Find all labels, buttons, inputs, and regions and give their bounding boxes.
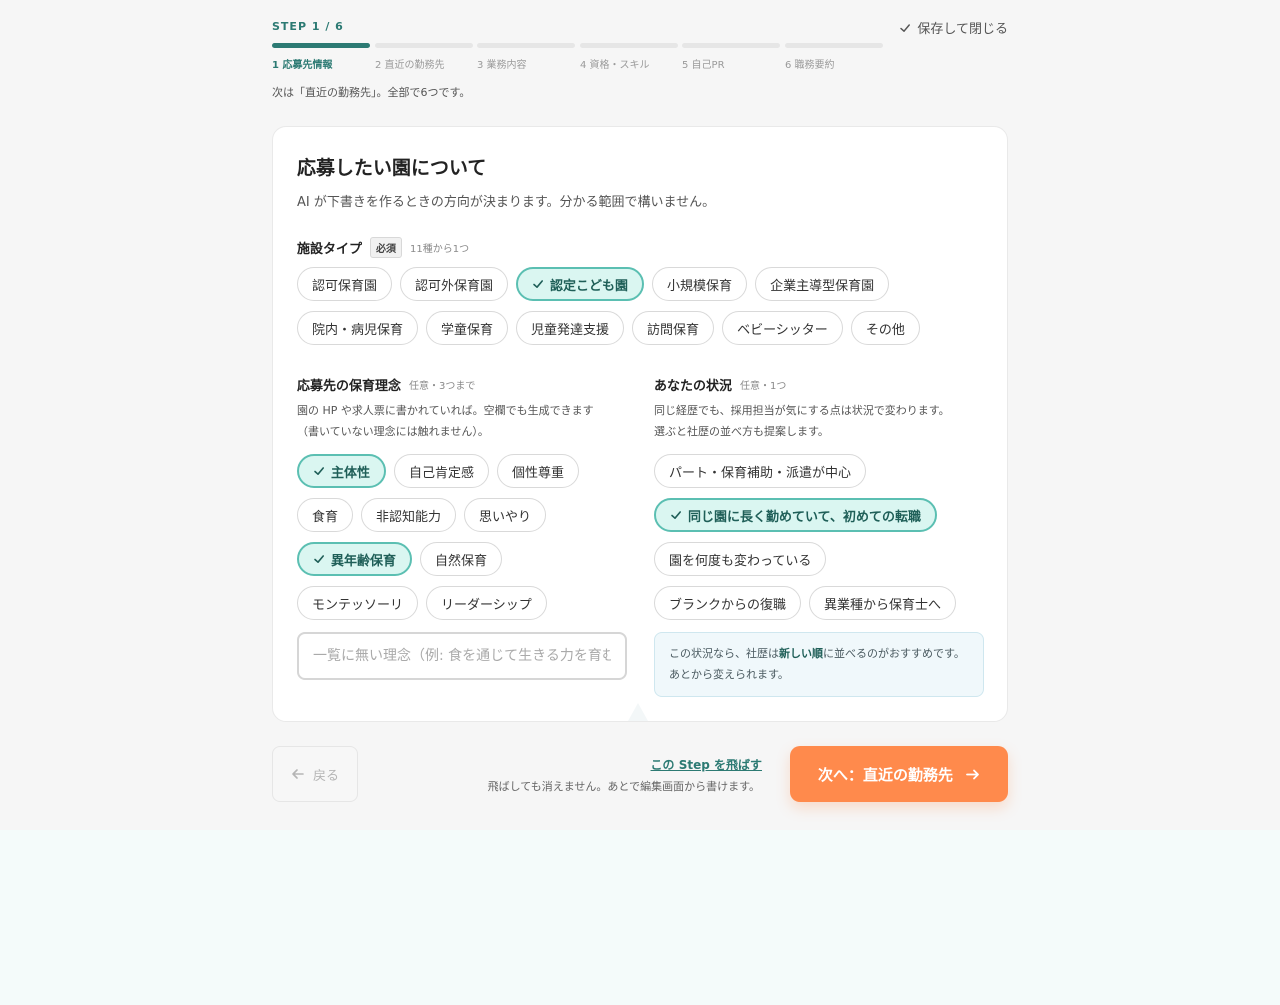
facility-options-row-2: 院内・病児保育 学童保育 児童発達支援 訪問保育 ベビーシッター その他: [297, 311, 920, 345]
card-title: 応募したい園について: [297, 157, 487, 179]
philosophy-option-selected[interactable]: 異年齢保育: [297, 542, 413, 576]
skip-step-link[interactable]: この Step を飛ばす: [651, 756, 762, 773]
next-button[interactable]: 次へ：直近の勤務先: [790, 746, 1008, 802]
philosophy-options-row-2: 食育 非認知能力 思いやり: [297, 498, 547, 532]
facility-option[interactable]: 小規模保育: [652, 267, 748, 301]
next-step-hint: 次は「直近の勤務先」。全部で6つです。: [272, 86, 471, 99]
facility-option[interactable]: 認可外保育園: [400, 267, 509, 301]
facility-section-header: 施設タイプ 必須 11種から1つ: [297, 237, 469, 258]
situation-option[interactable]: 異業種から保育士へ: [809, 586, 957, 620]
skip-note: 飛ばしても消えません。あとで編集画面から書けます。: [487, 780, 760, 793]
step-counter: STEP 1 / 6: [272, 20, 344, 33]
facility-note: 11種から1つ: [410, 244, 470, 255]
philosophy-options-row-1: 主体性 自己肯定感 個性尊重: [297, 454, 580, 488]
custom-philosophy-input[interactable]: [297, 632, 627, 680]
facility-option[interactable]: 訪問保育: [632, 311, 715, 345]
philosophy-option[interactable]: 自己肯定感: [394, 454, 490, 488]
situation-options-row-4: ブランクからの復職 異業種から保育士へ: [654, 586, 957, 620]
situation-note: 任意・1つ: [740, 381, 787, 392]
progress-segment-4: [580, 43, 678, 48]
check-icon: [900, 23, 911, 32]
progress-segment-3: [477, 43, 575, 48]
progress-segment-2: [375, 43, 473, 48]
situation-tip: この状況なら、社歴は新しい順に並べるのがおすすめです。あとから変えられます。: [654, 632, 984, 697]
form-card: 応募したい園について AI が下書きを作るときの方向が決まります。分かる範囲で構…: [272, 126, 1008, 722]
situation-description: 同じ経歴でも、採用担当が気にする点は状況で変わります。 選ぶと社歴の並べ方も提案…: [654, 404, 950, 438]
philosophy-options-row-3: 異年齢保育 自然保育: [297, 542, 503, 576]
progress-bar: [272, 43, 883, 48]
situation-option[interactable]: ブランクからの復職: [654, 586, 802, 620]
situation-option[interactable]: 園を何度も変わっている: [654, 542, 827, 576]
situation-option[interactable]: パート・保育補助・派遣が中心: [654, 454, 867, 488]
philosophy-option[interactable]: リーダーシップ: [426, 586, 547, 620]
philosophy-note: 任意・3つまで: [409, 381, 476, 392]
step-name-2: 2 直近の勤務先: [375, 60, 445, 71]
philosophy-option[interactable]: 食育: [297, 498, 354, 532]
facility-option[interactable]: 学童保育: [426, 311, 509, 345]
philosophy-option-selected[interactable]: 主体性: [297, 454, 387, 488]
philosophy-option[interactable]: 個性尊重: [497, 454, 580, 488]
save-close-label: 保存して閉じる: [917, 22, 1008, 37]
check-icon: [671, 511, 681, 519]
progress-segment-6: [785, 43, 883, 48]
progress-segment-1: [272, 43, 370, 48]
philosophy-option[interactable]: 自然保育: [420, 542, 503, 576]
facility-option[interactable]: ベビーシッター: [722, 311, 843, 345]
check-icon: [533, 280, 544, 288]
progress-segment-5: [682, 43, 780, 48]
step-name-5: 5 自己PR: [682, 60, 725, 71]
next-label: 次へ：直近の勤務先: [817, 765, 953, 784]
philosophy-option[interactable]: 非認知能力: [361, 498, 457, 532]
situation-options-row-3: 園を何度も変わっている: [654, 542, 827, 576]
situation-section-header: あなたの状況 任意・1つ: [654, 375, 786, 394]
facility-option[interactable]: 院内・病児保育: [297, 311, 419, 345]
back-label: 戻る: [312, 768, 339, 784]
situation-options-row-1: パート・保育補助・派遣が中心: [654, 454, 867, 488]
step-name-1: 1 応募先情報: [272, 60, 333, 71]
card-description: AI が下書きを作るときの方向が決まります。分かる範囲で構いません。: [297, 195, 716, 210]
philosophy-section-header: 応募先の保育理念 任意・3つまで: [297, 375, 475, 394]
tip-highlight: 新しい順: [779, 647, 823, 660]
situation-options-row-2: 同じ園に長く勤めていて、初めての転職: [654, 498, 937, 532]
required-badge: 必須: [370, 237, 403, 258]
save-close-button[interactable]: 保存して閉じる: [899, 18, 1008, 37]
situation-option-selected[interactable]: 同じ園に長く勤めていて、初めての転職: [654, 498, 937, 532]
step-name-4: 4 資格・スキル: [580, 60, 650, 71]
situation-title: あなたの状況: [654, 379, 733, 394]
philosophy-option[interactable]: 思いやり: [464, 498, 547, 532]
arrow-left-icon: [292, 769, 304, 779]
tip-pointer: [628, 703, 648, 721]
arrow-right-icon: [966, 769, 979, 779]
check-icon: [314, 467, 324, 475]
facility-options-row-1: 認可保育園 認可外保育園 認定こども園 小規模保育 企業主導型保育園: [297, 267, 890, 301]
facility-title: 施設タイプ: [297, 242, 363, 257]
facility-option[interactable]: 児童発達支援: [516, 311, 625, 345]
philosophy-option[interactable]: モンテッソーリ: [297, 586, 419, 620]
philosophy-options-row-4: モンテッソーリ リーダーシップ: [297, 586, 547, 620]
facility-option[interactable]: その他: [850, 311, 920, 345]
philosophy-title: 応募先の保育理念: [297, 379, 402, 394]
philosophy-description: 園の HP や求人票に書かれていれば。空欄でも生成できます （書いていない理念に…: [297, 404, 594, 438]
step-name-6: 6 職務要約: [785, 60, 835, 71]
check-icon: [314, 555, 324, 563]
step-name-3: 3 業務内容: [477, 60, 527, 71]
back-button[interactable]: 戻る: [272, 746, 358, 802]
step-names: 1 応募先情報 2 直近の勤務先 3 業務内容 4 資格・スキル 5 自己PR …: [272, 56, 883, 71]
facility-option-selected[interactable]: 認定こども園: [516, 267, 645, 301]
facility-option[interactable]: 認可保育園: [297, 267, 393, 301]
facility-option[interactable]: 企業主導型保育園: [755, 267, 890, 301]
